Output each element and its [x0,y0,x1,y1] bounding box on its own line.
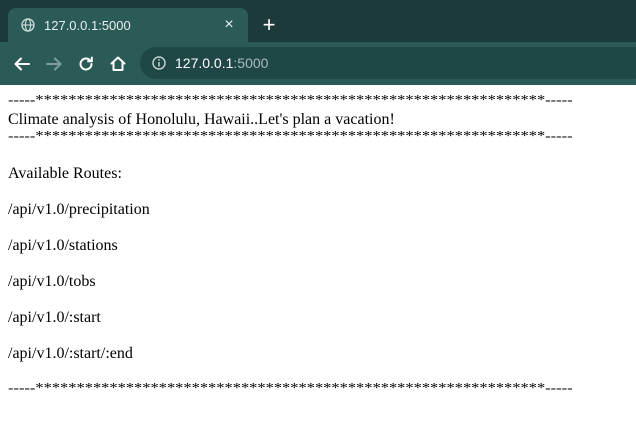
home-button[interactable] [106,52,130,76]
back-button[interactable] [10,52,34,76]
browser-tab[interactable]: 127.0.0.1:5000 × [8,8,248,42]
info-icon[interactable] [151,55,167,71]
route-item: /api/v1.0/precipitation [8,201,150,218]
routes-title: Available Routes: [8,165,122,182]
globe-icon [20,17,36,33]
close-tab-icon[interactable]: × [220,16,238,34]
tab-strip: 127.0.0.1:5000 × + [0,0,636,42]
reload-button[interactable] [74,52,98,76]
route-item: /api/v1.0/:start/:end [8,345,133,362]
url-port: :5000 [233,55,269,71]
page-heading: Climate analysis of Honolulu, Hawaii..Le… [8,111,395,128]
route-item: /api/v1.0/:start [8,309,101,326]
new-tab-button[interactable]: + [258,14,280,36]
arrow-left-icon [14,57,30,71]
page-content: -----***********************************… [8,85,628,424]
rule-line-bottom: -----***********************************… [8,381,573,396]
forward-button[interactable] [42,52,66,76]
rule-line-middle: -----***********************************… [8,129,573,144]
reload-icon [79,56,93,71]
tab-title: 127.0.0.1:5000 [44,17,131,33]
address-bar[interactable]: 127.0.0.1:5000 [140,47,636,79]
arrow-right-icon [46,57,62,71]
home-icon [110,56,126,71]
route-item: /api/v1.0/stations [8,237,118,254]
rule-line-top: -----***********************************… [8,93,573,108]
route-item: /api/v1.0/tobs [8,273,96,290]
url-host: 127.0.0.1 [175,55,234,71]
